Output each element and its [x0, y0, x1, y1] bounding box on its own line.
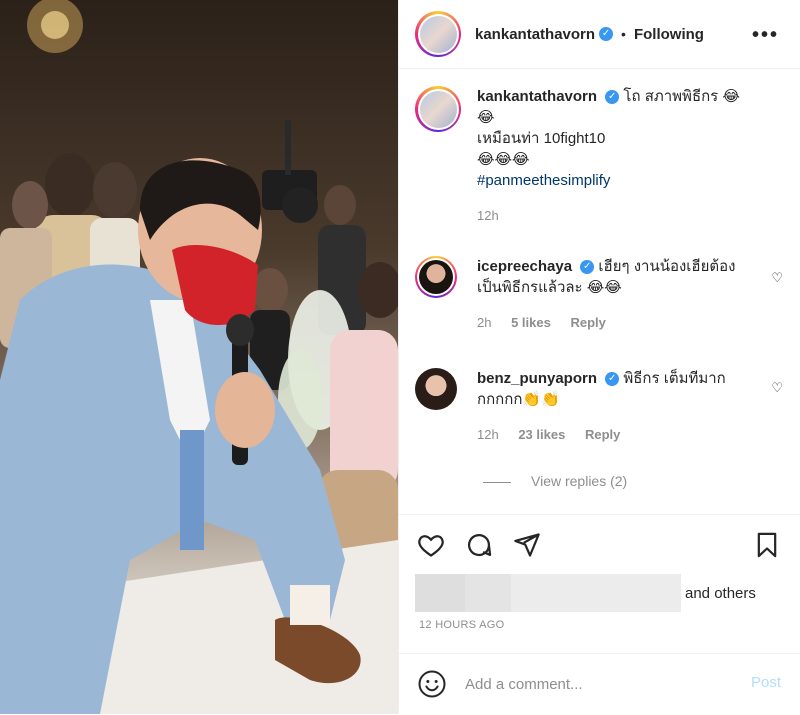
caption-username[interactable]: kankantathavorn — [477, 88, 597, 105]
author-avatar[interactable] — [415, 11, 461, 57]
caption-line: เหมือนท่า 10fight10 — [477, 130, 606, 147]
more-dots-icon[interactable]: ••• — [752, 24, 779, 47]
verified-badge-icon: ✓ — [580, 260, 595, 275]
bookmark-icon[interactable] — [753, 531, 781, 564]
smiley-icon[interactable] — [417, 669, 447, 704]
comment-meta: 2h 5 likes Reply — [477, 312, 735, 333]
paper-plane-icon[interactable] — [513, 531, 541, 564]
comment-likes[interactable]: 23 likes — [518, 427, 565, 442]
comment-text: เฮียๆ งานน้องเฮียต้อง — [598, 258, 736, 275]
caption-time[interactable]: 12h — [477, 208, 499, 223]
heart-icon[interactable] — [417, 531, 445, 564]
comment-item: icepreechaya ✓ เฮียๆ งานน้องเฮียต้อง เป็… — [415, 256, 785, 333]
view-replies-button[interactable]: View replies (2) — [483, 473, 627, 489]
comments-scroll-area[interactable]: kankantathavorn ✓ โถ สภาพพิธีกร 😂 😂 เหมื… — [399, 70, 800, 514]
comment-body: icepreechaya ✓ เฮียๆ งานน้องเฮียต้อง เป็… — [477, 256, 735, 333]
caption-text: โถ สภาพพิธีกร 😂 — [623, 88, 740, 105]
post-header: kankantathavorn ✓ • Following ••• — [399, 0, 800, 69]
likes-summary: and others — [415, 574, 756, 612]
post-timestamp[interactable]: 12 HOURS AGO — [419, 619, 505, 631]
comment-like-heart-icon[interactable]: ♡ — [771, 270, 783, 286]
comment-text: พิธีกร เต็มทีมาก — [623, 370, 726, 387]
likes-and-others[interactable]: and others — [685, 585, 756, 602]
following-button[interactable]: Following — [634, 26, 704, 43]
comment-time[interactable]: 2h — [477, 315, 491, 330]
commenter-avatar[interactable] — [415, 256, 457, 298]
action-bar: and others 12 HOURS AGO Post — [399, 514, 800, 714]
photo-illustration — [0, 0, 398, 714]
verified-badge-icon: ✓ — [599, 27, 614, 41]
comment-likes[interactable]: 5 likes — [511, 315, 551, 330]
blurred-liker — [415, 574, 465, 612]
commenter-avatar[interactable] — [415, 368, 457, 410]
verified-badge-icon: ✓ — [605, 90, 620, 105]
header-separator: • — [621, 26, 626, 42]
comment-icon[interactable] — [465, 531, 493, 564]
comment-item: benz_punyaporn ✓ พิธีกร เต็มทีมาก กกกกก👏… — [415, 368, 785, 445]
comment-like-heart-icon[interactable]: ♡ — [771, 380, 783, 396]
post-side-panel: kankantathavorn ✓ • Following ••• kankan… — [398, 0, 800, 714]
add-comment-bar: Post — [399, 653, 800, 715]
comment-username[interactable]: benz_punyaporn — [477, 370, 597, 387]
post-photo[interactable] — [0, 0, 398, 714]
caption: kankantathavorn ✓ โถ สภาพพิธีกร 😂 😂 เหมื… — [415, 86, 785, 226]
blurred-liker — [511, 574, 681, 612]
blurred-liker — [465, 574, 511, 612]
caption-meta: 12h — [477, 205, 740, 226]
reply-button[interactable]: Reply — [585, 427, 620, 442]
caption-hashtag[interactable]: #panmeethesimplify — [477, 170, 740, 191]
caption-line: 😂 — [477, 109, 495, 126]
comment-username[interactable]: icepreechaya — [477, 258, 572, 275]
comment-meta: 12h 23 likes Reply — [477, 424, 726, 445]
caption-line: 😂😂😂 — [477, 151, 530, 168]
verified-badge-icon: ✓ — [605, 372, 620, 387]
comment-text: เป็นพิธีกรแล้วละ 😂😂 — [477, 279, 622, 296]
author-username[interactable]: kankantathavorn — [475, 26, 595, 43]
reply-button[interactable]: Reply — [570, 315, 605, 330]
comment-body: benz_punyaporn ✓ พิธีกร เต็มทีมาก กกกกก👏… — [477, 368, 726, 445]
post-button[interactable]: Post — [751, 674, 781, 691]
comment-text: กกกกก👏👏 — [477, 391, 560, 408]
view-replies-line — [483, 481, 511, 483]
comment-input[interactable] — [465, 672, 735, 696]
caption-avatar[interactable] — [415, 86, 461, 132]
caption-body: kankantathavorn ✓ โถ สภาพพิธีกร 😂 😂 เหมื… — [477, 86, 740, 226]
view-replies-label: View replies (2) — [531, 473, 628, 489]
comment-time[interactable]: 12h — [477, 427, 499, 442]
header-text: kankantathavorn ✓ • Following — [475, 26, 704, 43]
